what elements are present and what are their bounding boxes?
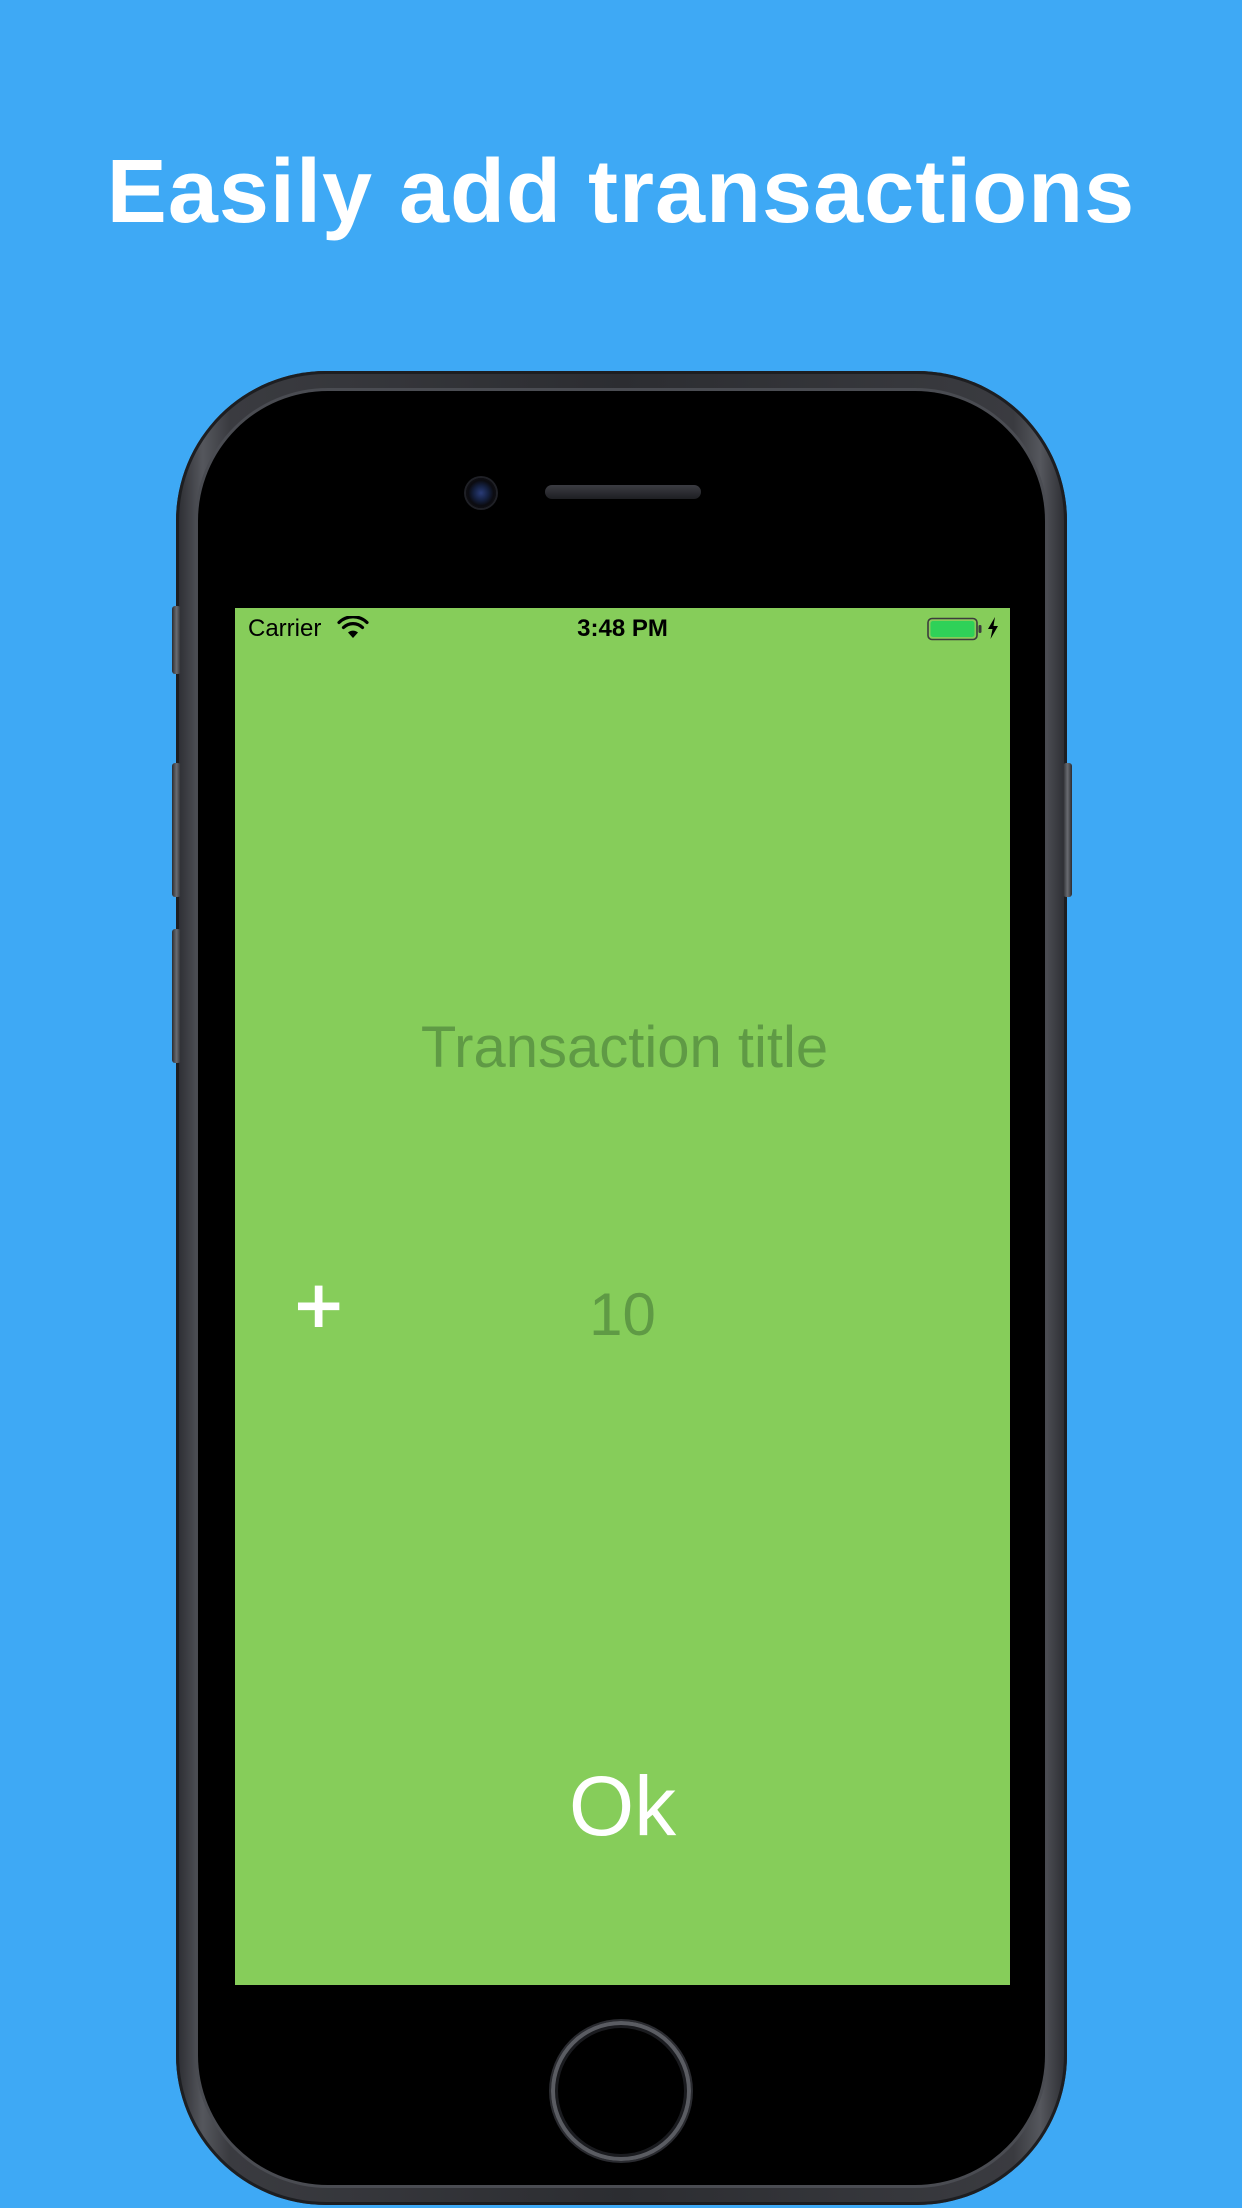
transaction-title-input[interactable] — [235, 1013, 1010, 1082]
battery-icon — [927, 617, 982, 641]
status-bar: Carrier 3:48 PM — [235, 608, 1010, 648]
home-button[interactable] — [551, 2021, 691, 2161]
ok-button[interactable]: Ok — [235, 1758, 1010, 1855]
power-button — [1063, 763, 1072, 897]
front-camera — [466, 478, 496, 508]
earpiece-speaker — [545, 485, 701, 499]
promo-headline: Easily add transactions — [106, 142, 1136, 242]
app-screen: Carrier 3:48 PM + 10 Ok — [235, 608, 1010, 1985]
volume-up-button — [172, 763, 181, 897]
status-time: 3:48 PM — [577, 615, 668, 642]
volume-down-button — [172, 929, 181, 1063]
mute-switch — [172, 606, 181, 674]
amount-input[interactable]: 10 — [235, 1280, 1010, 1349]
bolt-icon — [988, 617, 998, 639]
